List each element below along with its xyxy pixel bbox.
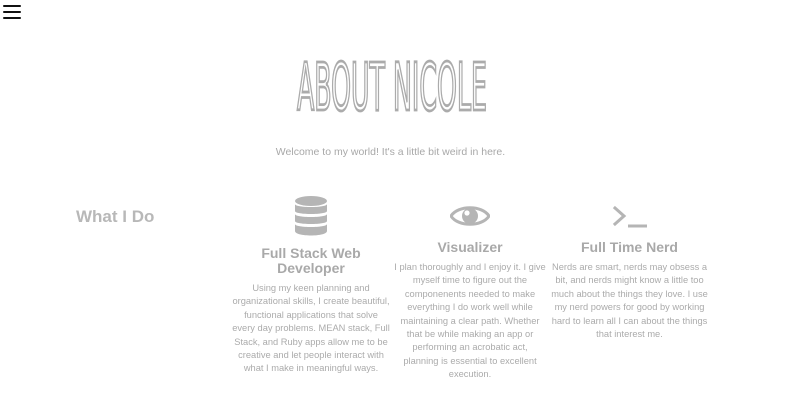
skill-title: Full Time Nerd xyxy=(581,239,678,255)
page-title-text: ABOUT NICOLE xyxy=(297,49,487,116)
tagline: Welcome to my world! It's a little bit w… xyxy=(275,146,506,158)
skill-description: I plan thoroughly and I enjoy it. I give… xyxy=(394,262,546,380)
page-title: ABOUT NICOLE xyxy=(296,48,489,116)
skill-card-full-stack: Full Stack Web Developer Using my keen p… xyxy=(232,196,390,376)
eye-icon xyxy=(450,206,490,226)
skill-title: Full Stack Web Developer xyxy=(261,245,361,276)
skill-description: Nerds are smart, nerds may obsess a bit,… xyxy=(551,262,708,340)
database-icon xyxy=(295,196,327,236)
menu-line xyxy=(3,5,21,7)
section-heading-what-i-do: What I Do xyxy=(76,207,155,226)
skill-card-nerd: Full Time Nerd Nerds are smart, nerds ma… xyxy=(549,196,710,341)
menu-line xyxy=(3,17,21,19)
skill-title: Visualizer xyxy=(437,239,503,255)
menu-line xyxy=(3,11,21,13)
terminal-icon xyxy=(612,205,647,228)
hamburger-menu-icon[interactable] xyxy=(3,5,21,19)
skill-description: Using my keen planning and organizationa… xyxy=(232,283,390,374)
skill-card-visualizer: Visualizer I plan thoroughly and I enjoy… xyxy=(394,196,546,382)
